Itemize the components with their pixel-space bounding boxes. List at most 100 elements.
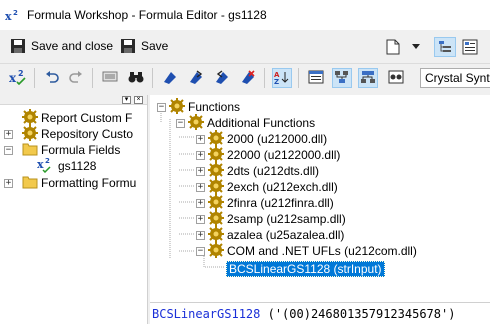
sort-tree-button[interactable]: AZ: [272, 68, 292, 88]
node-label: Additional Functions: [207, 116, 316, 130]
node-label: 2samp (u212samp.dll): [227, 212, 346, 226]
undo-button[interactable]: [42, 68, 62, 88]
new-button[interactable]: [386, 39, 400, 55]
node-label: 2exch (u212exch.dll): [227, 180, 338, 194]
panel-close-button[interactable]: ×: [134, 96, 143, 104]
formula-editor[interactable]: BCSLinearGS1128 ('(00)246801357912345678…: [150, 302, 490, 324]
tree-item-label: gs1128: [58, 159, 97, 173]
collapse-toggle[interactable]: −: [196, 247, 205, 256]
node-label: azalea (u25azalea.dll): [227, 228, 345, 242]
tree-item-gs1128[interactable]: x2 gs1128: [4, 157, 97, 174]
field-tree-button[interactable]: [306, 68, 326, 88]
tree-item-repository-custom-functions[interactable]: Repository Custo: [4, 124, 133, 142]
toggle-tree-button[interactable]: [434, 37, 456, 57]
title-bar: x2 Formula Workshop - Formula Editor - g…: [0, 0, 490, 30]
expand-toggle[interactable]: +: [196, 135, 205, 144]
operator-tree-icon: [360, 70, 376, 87]
new-dropdown-button[interactable]: [412, 44, 420, 49]
node-label: COM and .NET UFLs (u212com.dll): [227, 244, 417, 258]
functions-root-node[interactable]: Functions: [169, 97, 240, 115]
save-close-icon: [10, 38, 26, 54]
function-library-node[interactable]: 2exch (u212exch.dll): [208, 177, 338, 195]
bookmark-icon: [162, 70, 178, 87]
check-formula-icon: x2: [9, 69, 27, 88]
collapse-toggle[interactable]: −: [176, 119, 185, 128]
gear-icon: [188, 113, 204, 133]
formula-workshop-icon: x2: [5, 9, 21, 26]
operator-tree-button[interactable]: [358, 68, 378, 88]
function-library-node[interactable]: azalea (u25azalea.dll): [208, 225, 345, 243]
expand-toggle[interactable]: +: [196, 151, 205, 160]
next-bookmark-button[interactable]: [186, 68, 206, 88]
node-label: 2dts (u212dts.dll): [227, 164, 320, 178]
tree-view-icon: [438, 40, 452, 54]
find-button[interactable]: [126, 68, 146, 88]
save-and-close-button[interactable]: Save and close: [10, 38, 113, 54]
expand-toggle[interactable]: +: [196, 199, 205, 208]
save-button[interactable]: Save: [120, 38, 168, 54]
expand-toggle[interactable]: +: [196, 167, 205, 176]
dropdown-arrow-icon: [412, 44, 420, 49]
previous-bookmark-button[interactable]: [212, 68, 232, 88]
syntax-select[interactable]: Crystal Syntax: [420, 68, 490, 88]
editor-toolbar: x2 A Z Crystal Synt: [0, 63, 490, 91]
expand-toggle[interactable]: +: [196, 231, 205, 240]
check-formula-button[interactable]: x2: [8, 68, 28, 88]
toolbar-separator: [34, 68, 35, 88]
panel-dropdown-button[interactable]: ▾: [122, 96, 131, 104]
new-document-icon: [386, 39, 400, 55]
function-library-node[interactable]: 2dts (u212dts.dll): [208, 161, 320, 179]
workshop-tree-panel: ▾ × Report Custom F + Repository Custo −…: [0, 95, 148, 324]
syntax-settings-button[interactable]: [386, 68, 406, 88]
browse-data-button[interactable]: [100, 68, 120, 88]
tree-item-formatting-formulas[interactable]: Formatting Formu: [4, 175, 136, 191]
folder-icon: [22, 175, 38, 192]
toolbar-separator: [92, 68, 93, 88]
field-tree-icon: [308, 70, 324, 87]
tree-item-label: Report Custom F: [41, 111, 133, 125]
main-toolbar: Save and close Save: [0, 33, 490, 61]
formula-function-name: BCSLinearGS1128: [152, 307, 261, 321]
redo-icon: [69, 70, 83, 86]
browse-data-icon: [102, 70, 118, 87]
properties-icon: [462, 39, 478, 55]
function-library-node[interactable]: 22000 (u2122000.dll): [208, 145, 341, 163]
gear-icon: [208, 241, 224, 261]
save-icon: [120, 38, 136, 54]
function-library-node[interactable]: 2000 (u212000.dll): [208, 129, 328, 147]
function-tree-button[interactable]: [332, 68, 352, 88]
collapse-toggle[interactable]: −: [157, 103, 166, 112]
node-label: 22000 (u2122000.dll): [227, 148, 341, 162]
clear-bookmarks-button[interactable]: [238, 68, 258, 88]
sort-az-icon: AZ: [274, 70, 290, 87]
toolbar-separator: [264, 68, 265, 88]
expand-toggle[interactable]: +: [196, 183, 205, 192]
function-tree-icon: [334, 70, 350, 87]
svg-text:x: x: [5, 10, 12, 23]
next-bookmark-icon: [188, 69, 204, 87]
tree-item-formula-fields[interactable]: Formula Fields: [4, 142, 120, 158]
properties-button[interactable]: [462, 39, 478, 55]
svg-text:2: 2: [18, 69, 24, 78]
save-label: Save: [141, 39, 169, 53]
toggle-bookmark-button[interactable]: [160, 68, 180, 88]
clear-bookmarks-icon: [240, 69, 256, 87]
selected-function-node[interactable]: BCSLinearGS1128 (strInput): [226, 261, 385, 277]
window-title: Formula Workshop - Formula Editor - gs11…: [27, 8, 267, 22]
node-label: 2000 (u212000.dll): [227, 132, 328, 146]
toolbar-separator: [152, 68, 153, 88]
formula-arguments: ('(00)246801357912345678'): [260, 307, 456, 321]
tree-item-label: Formatting Formu: [41, 176, 137, 190]
panel-header-strip: ▾ ×: [0, 95, 147, 105]
redo-button[interactable]: [66, 68, 86, 88]
function-library-node[interactable]: 2samp (u212samp.dll): [208, 209, 346, 227]
svg-text:Z: Z: [274, 78, 279, 84]
save-and-close-label: Save and close: [31, 39, 114, 53]
syntax-settings-icon: [388, 70, 404, 87]
svg-text:x: x: [37, 158, 44, 171]
function-library-node[interactable]: COM and .NET UFLs (u212com.dll): [208, 241, 417, 261]
expand-toggle[interactable]: +: [196, 215, 205, 224]
function-library-node[interactable]: 2finra (u212finra.dll): [208, 193, 334, 211]
toolbar-separator: [298, 68, 299, 88]
svg-text:2: 2: [13, 9, 18, 17]
